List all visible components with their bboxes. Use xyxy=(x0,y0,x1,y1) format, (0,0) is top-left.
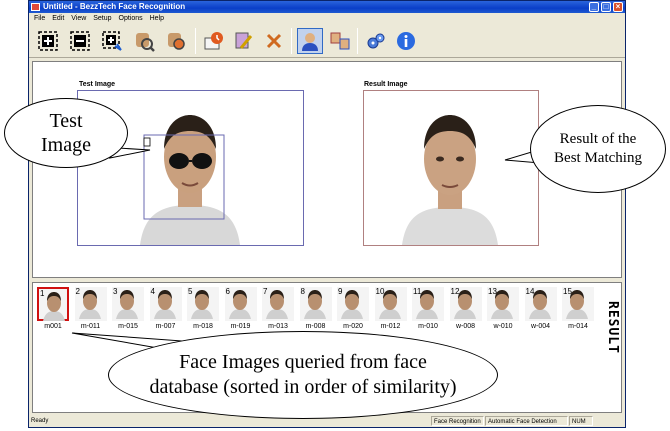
info-icon[interactable] xyxy=(393,28,419,54)
thumbnail-rank: 6 xyxy=(225,287,230,296)
thumbnail-rank: 11 xyxy=(413,287,422,296)
status-mode: Face Recognition xyxy=(431,416,484,426)
result-thumbnail[interactable]: 4 xyxy=(149,287,182,321)
thumbnail-label: w-008 xyxy=(455,323,476,330)
result-thumbnail[interactable]: 6 xyxy=(224,287,257,321)
menu-options[interactable]: Options xyxy=(119,15,143,22)
result-thumbnail[interactable]: 8 xyxy=(299,287,332,321)
replace-face-icon[interactable] xyxy=(99,28,125,54)
thumbnail-label: m-012 xyxy=(380,323,401,330)
toolbar xyxy=(29,24,625,58)
test-face-image xyxy=(140,115,240,245)
result-face-image xyxy=(402,115,498,245)
zoom-face-icon[interactable] xyxy=(131,28,157,54)
test-image-title: Test Image xyxy=(79,81,116,88)
thumbnail-label: m-008 xyxy=(305,323,326,330)
result-thumbnail[interactable]: 15 xyxy=(562,287,594,321)
window-title: Untitled - BezzTech Face Recognition xyxy=(43,2,186,11)
result-image-title: Result Image xyxy=(364,81,408,88)
thumbnail-label: m-007 xyxy=(155,323,176,330)
status-bar: Ready Face Recognition Automatic Face De… xyxy=(29,415,625,427)
remove-face-icon[interactable] xyxy=(67,28,93,54)
thumbnail-label: m-013 xyxy=(268,323,288,330)
thumbnail-rank: 1 xyxy=(40,289,45,298)
menu-edit[interactable]: Edit xyxy=(52,15,64,22)
thumbnail-rank: 14 xyxy=(525,287,535,296)
result-thumbnail[interactable]: 7 xyxy=(262,287,294,321)
result-side-label: RESULT xyxy=(604,300,620,354)
thumbnail-rank: 7 xyxy=(263,287,268,296)
minimize-icon[interactable]: _ xyxy=(589,2,599,12)
result-thumbnail[interactable]: 11 xyxy=(412,287,444,321)
title-bar[interactable]: Untitled - BezzTech Face Recognition _ □… xyxy=(29,1,625,13)
menu-setup[interactable]: Setup xyxy=(93,15,111,22)
result-thumbnail[interactable]: 12 xyxy=(449,287,482,321)
menu-bar: File Edit View Setup Options Help xyxy=(29,13,625,24)
thumbnail-label: w-010 xyxy=(493,323,513,330)
report-icon[interactable] xyxy=(201,28,227,54)
thumbnail-label: w-004 xyxy=(530,323,551,330)
thumbnail-rank: 4 xyxy=(150,287,155,296)
app-icon xyxy=(31,3,40,11)
best-match-thumbnail[interactable]: 1 xyxy=(37,287,69,321)
thumbnail-rank: 9 xyxy=(338,287,343,296)
result-thumbnail[interactable]: 13 xyxy=(487,287,519,321)
result-thumbnail[interactable]: 5 xyxy=(187,287,219,321)
thumbnail-rank: 15 xyxy=(563,287,572,296)
result-thumbnail[interactable]: 2 xyxy=(74,287,107,321)
thumbnail-rank: 8 xyxy=(300,287,305,296)
thumbnail-rank: 3 xyxy=(113,287,118,296)
menu-help[interactable]: Help xyxy=(150,15,164,22)
status-num: NUM xyxy=(569,416,593,426)
maximize-icon[interactable]: □ xyxy=(601,2,611,12)
thumbnail-rank: 5 xyxy=(188,287,193,296)
thumbnail-label: m-020 xyxy=(343,323,363,330)
thumbnail-label: m001 xyxy=(44,323,62,330)
enroll-face-icon[interactable] xyxy=(163,28,189,54)
thumbnail-label: m-011 xyxy=(80,323,101,330)
result-image-panel xyxy=(363,90,539,246)
menu-file[interactable]: File xyxy=(34,15,45,22)
status-detection: Automatic Face Detection xyxy=(485,416,568,426)
compare-faces-icon[interactable] xyxy=(327,28,353,54)
thumbnail-label: m-018 xyxy=(193,323,213,330)
thumbnail-label: m-014 xyxy=(568,323,588,330)
result-thumbnail[interactable]: 9 xyxy=(337,287,369,321)
status-ready: Ready xyxy=(31,418,49,424)
result-thumbnail[interactable]: 10 xyxy=(374,287,407,321)
thumbnail-rank: 10 xyxy=(375,287,385,296)
thumbnail-rank: 2 xyxy=(75,287,80,296)
add-face-icon[interactable] xyxy=(35,28,61,54)
thumbnail-label: m-010 xyxy=(418,323,438,330)
close-icon[interactable]: × xyxy=(613,2,623,12)
results-strip: 1 m001 2 m-011 3 m-015 4 m-007 5 m-018 6 m-019 7 m-01… xyxy=(32,282,622,413)
thumbnail-label: m-019 xyxy=(230,323,251,330)
app-window: Untitled - BezzTech Face Recognition _ □… xyxy=(28,0,626,428)
delete-icon[interactable] xyxy=(261,28,287,54)
result-thumbnail[interactable]: 3 xyxy=(112,287,144,321)
settings-brush-icon[interactable] xyxy=(231,28,257,54)
thumbnail-rank: 13 xyxy=(488,287,497,296)
thumbnail-rank: 12 xyxy=(450,287,460,296)
recognize-face-icon[interactable] xyxy=(297,28,323,54)
menu-view[interactable]: View xyxy=(71,15,86,22)
configure-gears-icon[interactable] xyxy=(363,28,389,54)
test-image-panel xyxy=(77,90,304,246)
thumbnail-label: m-015 xyxy=(118,323,138,330)
main-view: Test Image Result Image xyxy=(32,61,622,278)
result-thumbnail[interactable]: 14 xyxy=(524,287,557,321)
